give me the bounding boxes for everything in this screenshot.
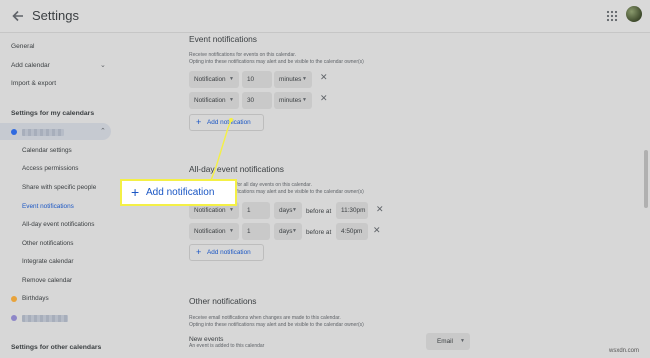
watermark: wsxdn.com (609, 348, 640, 354)
callout-pointer-line (209, 117, 233, 184)
add-notification-callout: + Add notification (120, 179, 237, 206)
plus-icon: + (131, 184, 140, 200)
